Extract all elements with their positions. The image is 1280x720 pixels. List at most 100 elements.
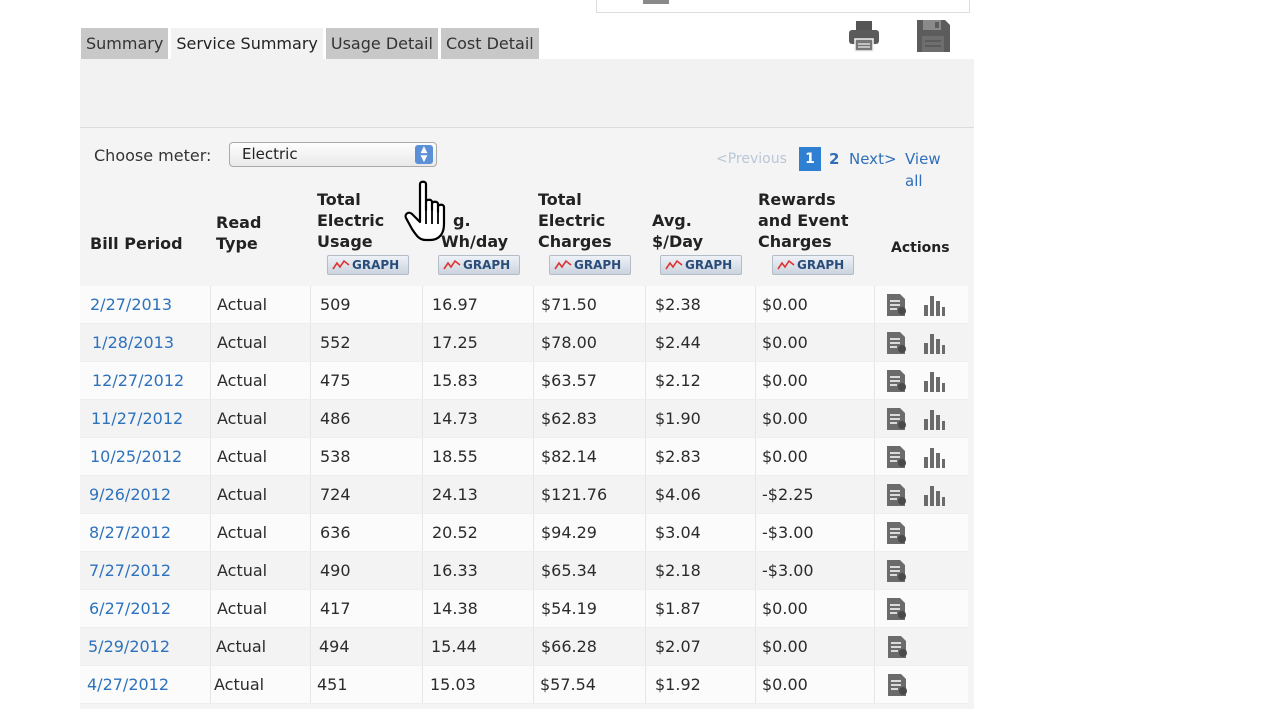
bill-period-link[interactable]: 7/27/2012	[89, 552, 171, 589]
header-rewards: Rewards and Event Charges	[758, 189, 848, 252]
graph-button-charges[interactable]: GRAPH	[549, 255, 631, 275]
pagination-previous[interactable]: <Previous	[716, 148, 787, 170]
tab-summary[interactable]: Summary	[81, 28, 169, 59]
top-box-handle	[643, 0, 669, 4]
floppy-disk-icon[interactable]	[915, 18, 951, 54]
graph-button-per-day[interactable]: GRAPH	[660, 255, 742, 275]
top-dropdown-box	[596, 0, 970, 13]
pagination-page-1[interactable]: 1	[799, 147, 821, 171]
bill-period-link[interactable]: 1/28/2013	[92, 324, 174, 361]
per-day-cell: $4.06	[655, 485, 701, 504]
read-type-cell: Actual	[217, 485, 268, 504]
header-read-type-line1: Read	[216, 213, 262, 232]
bill-document-icon[interactable]	[886, 673, 910, 701]
bar-chart-icon[interactable]	[922, 407, 946, 435]
line-graph-icon	[332, 259, 350, 270]
pagination-next[interactable]: Next>	[849, 148, 897, 170]
bill-period-link[interactable]: 11/27/2012	[91, 400, 183, 437]
bill-document-icon[interactable]	[886, 635, 910, 663]
table-row: 2/27/2013 Actual 509 16.97 $71.50 $2.38 $0.00	[80, 286, 968, 324]
pagination-page-2[interactable]: 2	[829, 148, 839, 170]
per-day-cell: $2.07	[655, 637, 701, 656]
bar-chart-icon[interactable]	[922, 445, 946, 473]
bill-document-icon[interactable]	[885, 369, 909, 397]
tab-service-summary[interactable]: Service Summary	[171, 28, 323, 59]
bill-table-body: 2/27/2013 Actual 509 16.97 $71.50 $2.38 $0.00 …	[80, 286, 968, 704]
bill-period-link[interactable]: 2/27/2013	[90, 286, 172, 323]
tab-usage-detail[interactable]: Usage Detail	[325, 28, 438, 59]
bill-period-link[interactable]: 12/27/2012	[92, 362, 184, 399]
bill-document-icon[interactable]	[885, 483, 909, 511]
charges-cell: $62.83	[541, 409, 597, 428]
bill-period-link[interactable]: 8/27/2012	[89, 514, 171, 551]
line-graph-icon	[665, 259, 683, 270]
bill-document-icon[interactable]	[885, 407, 909, 435]
bill-document-icon[interactable]	[885, 445, 909, 473]
bill-period-link[interactable]: 10/25/2012	[90, 438, 182, 475]
read-type-cell: Actual	[217, 599, 268, 618]
read-type-cell: Actual	[217, 371, 268, 390]
kwh-day-cell: 17.25	[432, 333, 478, 352]
per-day-cell: $2.18	[655, 561, 701, 580]
printer-icon[interactable]	[846, 18, 882, 54]
rewards-cell: $0.00	[762, 295, 808, 314]
bill-document-icon[interactable]	[885, 597, 909, 625]
bill-period-link[interactable]: 9/26/2012	[89, 476, 171, 513]
bill-period-link[interactable]: 6/27/2012	[89, 590, 171, 627]
meter-select[interactable]: Electric ▲ ▼	[229, 142, 437, 167]
kwh-day-cell: 24.13	[432, 485, 478, 504]
kwh-day-cell: 15.44	[431, 637, 477, 656]
header-actions: Actions	[891, 240, 950, 256]
bar-chart-icon[interactable]	[922, 369, 946, 397]
table-row: 11/27/2012 Actual 486 14.73 $62.83 $1.90 $0.00	[80, 400, 968, 438]
bar-chart-icon[interactable]	[922, 293, 946, 321]
rewards-cell: $0.00	[762, 409, 808, 428]
bill-document-icon[interactable]	[885, 331, 909, 359]
header-read-type: Read Type	[216, 212, 261, 254]
table-row: 4/27/2012 Actual 451 15.03 $57.54 $1.92 $0.00	[80, 666, 968, 704]
graph-button-usage[interactable]: GRAPH	[327, 255, 409, 275]
charges-cell: $71.50	[541, 295, 597, 314]
usage-cell: 475	[320, 371, 351, 390]
rewards-cell: -$3.00	[762, 523, 814, 542]
header-total-charges-line3: Charges	[538, 232, 612, 251]
bill-document-icon[interactable]	[885, 521, 909, 549]
bill-document-icon[interactable]	[885, 559, 909, 587]
bill-period-link[interactable]: 4/27/2012	[87, 666, 169, 703]
tab-cost-detail[interactable]: Cost Detail	[440, 28, 539, 59]
header-total-usage-line2: Electric	[317, 211, 385, 230]
kwh-day-cell: 14.38	[432, 599, 478, 618]
usage-cell: 451	[317, 675, 348, 694]
bill-period-link[interactable]: 5/29/2012	[88, 628, 170, 665]
select-arrows-icon: ▲ ▼	[415, 145, 433, 164]
kwh-day-cell: 16.33	[432, 561, 478, 580]
graph-button-rewards[interactable]: GRAPH	[772, 255, 854, 275]
bar-chart-icon[interactable]	[922, 331, 946, 359]
usage-cell: 486	[320, 409, 351, 428]
read-type-cell: Actual	[217, 409, 268, 428]
kwh-day-cell: 14.73	[432, 409, 478, 428]
pagination-view-all[interactable]: View all	[905, 148, 941, 192]
toolbar	[80, 59, 974, 128]
charges-cell: $57.54	[540, 675, 596, 694]
read-type-cell: Actual	[217, 447, 268, 466]
charges-cell: $65.34	[541, 561, 597, 580]
charges-cell: $82.14	[541, 447, 597, 466]
bill-document-icon[interactable]	[885, 293, 909, 321]
graph-button-label: GRAPH	[352, 258, 400, 272]
bar-chart-icon[interactable]	[922, 483, 946, 511]
header-rewards-line2: and Event	[758, 211, 849, 230]
usage-cell: 636	[320, 523, 351, 542]
usage-cell: 552	[320, 333, 351, 352]
table-row: 6/27/2012 Actual 417 14.38 $54.19 $1.87 $0.00	[80, 590, 968, 628]
header-avg-per-day-line1: Avg.	[652, 211, 692, 230]
meter-select-value: Electric	[242, 145, 298, 163]
usage-cell: 538	[320, 447, 351, 466]
table-row: 9/26/2012 Actual 724 24.13 $121.76 $4.06 -$2.2…	[80, 476, 968, 514]
header-avg-kwh: g. Wh/day	[441, 210, 508, 252]
per-day-cell: $1.90	[655, 409, 701, 428]
header-avg-per-day: Avg. $/Day	[652, 210, 703, 252]
charges-cell: $78.00	[541, 333, 597, 352]
header-total-usage: Total Electric Usage	[317, 189, 384, 252]
graph-button-kwh-day[interactable]: GRAPH	[438, 255, 520, 275]
